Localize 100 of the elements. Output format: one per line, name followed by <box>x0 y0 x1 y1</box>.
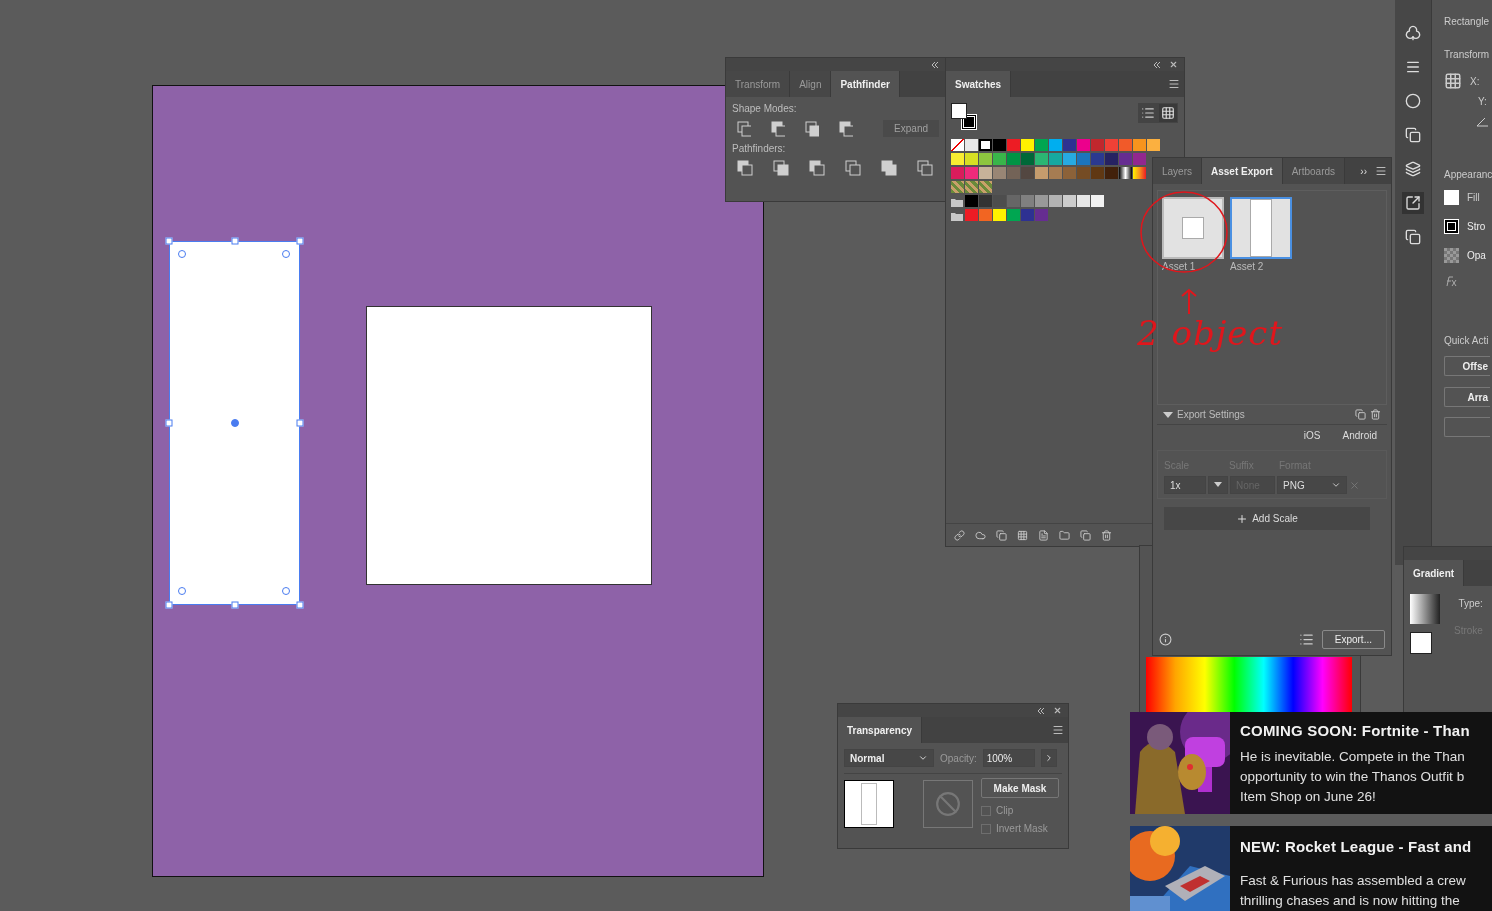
color-swatch[interactable] <box>1063 153 1076 165</box>
color-swatch[interactable] <box>1007 139 1020 151</box>
color-swatch[interactable] <box>993 139 1006 151</box>
color-swatch[interactable] <box>951 167 964 179</box>
color-swatch[interactable] <box>1049 139 1062 151</box>
color-swatch[interactable] <box>1007 209 1020 221</box>
color-swatch[interactable] <box>1105 153 1118 165</box>
color-swatch[interactable] <box>1105 139 1118 151</box>
color-swatch[interactable] <box>951 181 964 193</box>
overlapping-squares-icon[interactable] <box>809 160 825 176</box>
color-swatch[interactable] <box>1077 167 1090 179</box>
color-swatch[interactable] <box>979 209 992 221</box>
fill-swatch[interactable] <box>1444 190 1459 205</box>
trash-icon[interactable] <box>1370 409 1381 420</box>
selection-handle[interactable] <box>296 419 304 427</box>
asset-thumbnail[interactable] <box>1162 197 1224 259</box>
color-swatch[interactable] <box>993 167 1006 179</box>
blend-mode-dropdown[interactable]: Normal <box>844 749 934 767</box>
notification-card[interactable]: COMING SOON: Fortnite - Than He is inevitable. Compete in the Than opportunity to win the Thanos Outfit b Item Shop on June 26! <box>1130 712 1492 814</box>
reference-point-icon[interactable] <box>1444 72 1462 90</box>
color-swatch[interactable] <box>979 139 992 151</box>
fill-stroke-icon[interactable] <box>1410 632 1432 654</box>
color-swatch[interactable] <box>979 181 992 193</box>
color-swatch[interactable] <box>1007 167 1020 179</box>
opacity-link[interactable]: Opa <box>1467 250 1486 261</box>
color-swatch[interactable] <box>979 167 992 179</box>
more-tabs-button[interactable]: ›› <box>1360 165 1367 177</box>
color-swatch[interactable] <box>965 209 978 221</box>
mask-thumbnail[interactable] <box>923 780 973 828</box>
quick-action-button[interactable] <box>1444 417 1490 437</box>
overlapping-squares-icon[interactable] <box>917 160 933 176</box>
stroke-link[interactable]: Stro <box>1467 221 1486 232</box>
overlapping-squares-icon[interactable] <box>737 120 752 137</box>
color-swatch[interactable] <box>1049 153 1062 165</box>
toolbar-icon[interactable] <box>1101 529 1112 541</box>
format-dropdown[interactable]: PNG <box>1277 476 1347 494</box>
color-swatch[interactable] <box>1021 167 1034 179</box>
color-swatch[interactable] <box>951 139 964 151</box>
rectangle-shape[interactable] <box>169 241 300 605</box>
scale-field[interactable]: 1x <box>1164 476 1206 494</box>
anchor-point[interactable] <box>230 419 239 427</box>
panel-tab[interactable]: Swatches <box>946 71 1012 97</box>
panel-tab[interactable]: Gradient <box>1404 560 1465 586</box>
overlapping-squares-icon[interactable] <box>845 160 861 176</box>
close-icon[interactable] <box>1053 706 1062 715</box>
panel-menu-icon[interactable] <box>1375 165 1387 177</box>
selection-handle[interactable] <box>165 237 173 245</box>
selection-handle[interactable] <box>231 601 238 609</box>
fill-stroke-icon[interactable] <box>951 103 977 131</box>
selection-handle[interactable] <box>296 601 304 609</box>
dropdown-button[interactable] <box>1208 476 1228 494</box>
color-swatch[interactable] <box>993 209 1006 221</box>
color-swatch[interactable] <box>1133 167 1146 179</box>
selection-handle[interactable] <box>231 237 238 245</box>
info-icon[interactable] <box>1159 633 1172 646</box>
color-swatch[interactable] <box>1049 195 1062 207</box>
color-swatch[interactable] <box>1035 167 1048 179</box>
overlapping-squares-icon[interactable] <box>881 160 897 176</box>
asset-thumbnail[interactable] <box>1230 197 1292 259</box>
object-thumbnail[interactable] <box>844 780 894 828</box>
overlapping-squares-icon[interactable] <box>839 120 854 137</box>
color-swatch[interactable] <box>979 153 992 165</box>
color-swatch[interactable] <box>1119 139 1132 151</box>
panel-menu-icon[interactable] <box>1052 724 1064 736</box>
overlapping-squares-icon[interactable] <box>771 120 786 137</box>
toolbar-icon[interactable] <box>975 529 986 541</box>
color-swatch[interactable] <box>1035 153 1048 165</box>
slider-toggle-button[interactable] <box>1040 749 1057 767</box>
overlapping-squares-icon[interactable] <box>805 120 820 137</box>
color-spectrum[interactable] <box>1146 657 1352 712</box>
toolbar-icon[interactable] <box>1059 529 1070 541</box>
color-swatch[interactable] <box>1007 153 1020 165</box>
color-swatch[interactable] <box>1077 195 1090 207</box>
color-swatch[interactable] <box>1077 139 1090 151</box>
toolbar-icon[interactable] <box>1038 529 1049 541</box>
color-swatch[interactable] <box>1119 153 1132 165</box>
color-swatch[interactable] <box>1133 153 1146 165</box>
collapse-icon[interactable] <box>1153 61 1161 68</box>
export-button[interactable]: Export... <box>1321 630 1385 649</box>
panel-tab[interactable]: Asset Export <box>1202 158 1283 184</box>
quick-action-button[interactable]: Arra <box>1444 387 1490 407</box>
color-swatch[interactable] <box>979 195 992 207</box>
grid-view-icon[interactable] <box>1159 104 1177 122</box>
disclosure-icon[interactable] <box>1163 410 1173 419</box>
color-swatch[interactable] <box>1119 167 1132 179</box>
color-swatch[interactable] <box>1077 153 1090 165</box>
platform-link[interactable]: Android <box>1342 430 1377 441</box>
collapse-icon[interactable] <box>931 61 939 68</box>
color-swatch[interactable] <box>1035 195 1048 207</box>
toolbar-icon[interactable] <box>1080 529 1091 541</box>
collapse-icon[interactable] <box>1037 707 1045 714</box>
toolbar-icon[interactable] <box>954 529 965 541</box>
effects-icon[interactable] <box>1444 275 1458 287</box>
close-icon[interactable] <box>1169 60 1178 69</box>
toolbar-icon[interactable] <box>1017 529 1028 541</box>
color-swatch[interactable] <box>965 181 978 193</box>
color-swatch[interactable] <box>1091 153 1104 165</box>
color-swatch[interactable] <box>1091 195 1104 207</box>
gradient-swatch[interactable] <box>1410 594 1440 624</box>
color-swatch[interactable] <box>993 153 1006 165</box>
